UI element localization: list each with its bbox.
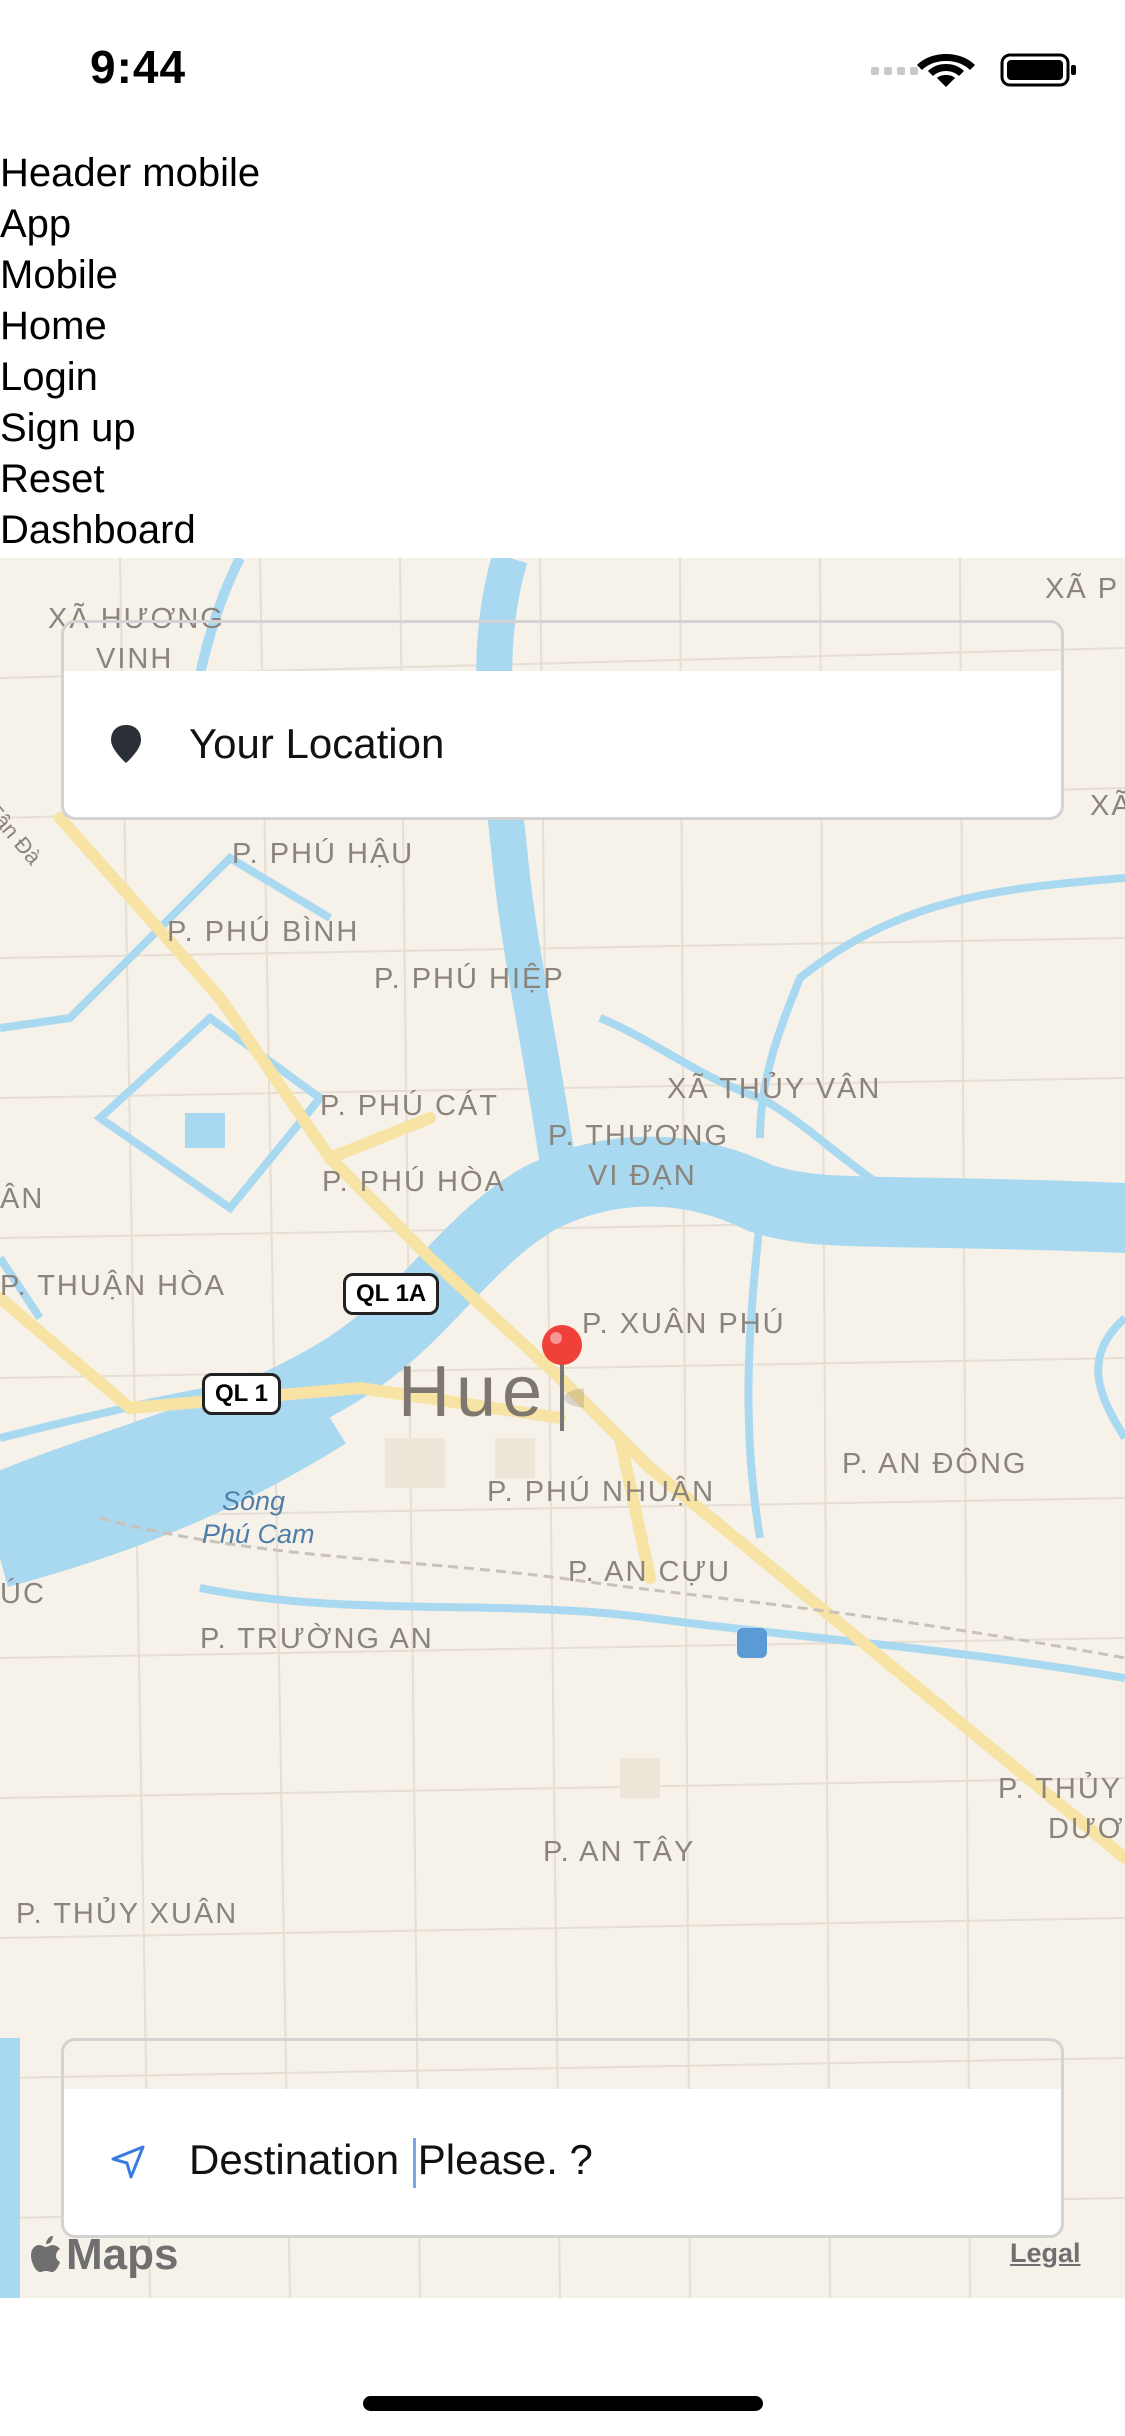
signal-icon (871, 67, 918, 75)
map-label-uc: ÚC (0, 1578, 46, 1610)
legal-link[interactable]: Legal (1010, 2238, 1081, 2269)
destination-input-card[interactable]: Destination Please. ? (61, 2038, 1064, 2238)
nav-item-sign-up[interactable]: Sign up (0, 403, 260, 454)
nav-item-login[interactable]: Login (0, 352, 260, 403)
nav-item-dashboard[interactable]: Dashboard (0, 505, 260, 556)
status-time: 9:44 (90, 41, 187, 93)
map-label-vi-dan: VI ĐẠN (588, 1160, 697, 1192)
header-nav: Header mobile App Mobile Home Login Sign… (0, 148, 260, 556)
destination-input-field[interactable]: Destination Please. ? (64, 2089, 1061, 2235)
map-label-phu-binh: P. PHÚ BÌNH (167, 916, 360, 948)
bus-stop-icon (737, 1628, 767, 1658)
map-label-phu-cat: P. PHÚ CÁT (320, 1090, 500, 1122)
nav-item-reset[interactable]: Reset (0, 454, 260, 505)
map-label-an-tay: P. AN TÂY (543, 1836, 696, 1868)
apple-logo-icon (31, 2236, 60, 2272)
nav-item-mobile[interactable]: Mobile (0, 250, 260, 301)
map-label-thuy-van: XÃ THỦY VÂN (667, 1073, 882, 1105)
origin-input-field[interactable]: Your Location (64, 671, 1061, 817)
nav-item-app[interactable]: App (0, 199, 260, 250)
origin-input-value: Your Location (189, 720, 445, 767)
map-label-thuong: P. THƯƠNG (548, 1120, 729, 1152)
map-water-label-phu-cam: Phú Cam (202, 1519, 315, 1549)
map-label-xa: XÃ (1090, 790, 1125, 822)
map-label-phu-hoa: P. PHÚ HÒA (322, 1166, 506, 1198)
destination-text-before-caret: Destination (189, 2136, 411, 2184)
origin-input-card[interactable]: Your Location (61, 620, 1064, 820)
nav-item-home[interactable]: Home (0, 301, 260, 352)
road-shield-ql1a: QL 1A (343, 1273, 440, 1315)
maps-attribution-text: Maps (66, 2230, 179, 2279)
map-label-xuan-phu: P. XUÂN PHÚ (582, 1308, 786, 1340)
map-city-label: Hue (398, 1352, 549, 1432)
map-label-truong-an: P. TRƯỜNG AN (200, 1623, 434, 1655)
destination-input-value: Destination Please. ? (189, 2136, 593, 2188)
road-shield-ql1: QL 1 (202, 1373, 281, 1415)
text-caret (412, 2137, 416, 2188)
map-label-phu-hau: P. PHÚ HẬU (232, 838, 415, 870)
map-pin-icon[interactable] (540, 1323, 584, 1443)
map-label-thuy: P. THỦY (998, 1773, 1123, 1805)
map-label-phu-hiep: P. PHÚ HIỆP (374, 963, 565, 995)
map-view[interactable]: XÃ HƯƠNG VINH XÃ P XÃ P. PHÚ HẬU P. PHÚ … (0, 558, 1125, 2298)
navigation-arrow-icon (111, 2145, 145, 2179)
maps-attribution[interactable]: Maps (30, 2230, 178, 2280)
map-water-label-song: Sông (222, 1486, 286, 1516)
location-pin-icon (111, 725, 141, 763)
status-icons (871, 53, 1076, 87)
map-label-an: ÂN (0, 1183, 45, 1215)
map-label-thuan-hoa: P. THUẬN HÒA (0, 1270, 226, 1302)
battery-icon (1000, 53, 1076, 87)
destination-text-after-caret: Please. ? (417, 2136, 593, 2184)
home-indicator[interactable] (363, 2396, 763, 2411)
map-label-an-cuu: P. AN CỰU (568, 1556, 732, 1588)
wifi-icon (917, 54, 975, 87)
nav-item-header-mobile[interactable]: Header mobile (0, 148, 260, 199)
map-label-an-dong: P. AN ĐÔNG (842, 1448, 1028, 1480)
map-label-duong: DƯƠNG (1048, 1813, 1125, 1845)
map-label-xa-p: XÃ P (1045, 573, 1120, 605)
map-label-phu-nhuan: P. PHÚ NHUẬN (487, 1476, 716, 1508)
map-label-thuy-xuan: P. THỦY XUÂN (16, 1898, 239, 1930)
